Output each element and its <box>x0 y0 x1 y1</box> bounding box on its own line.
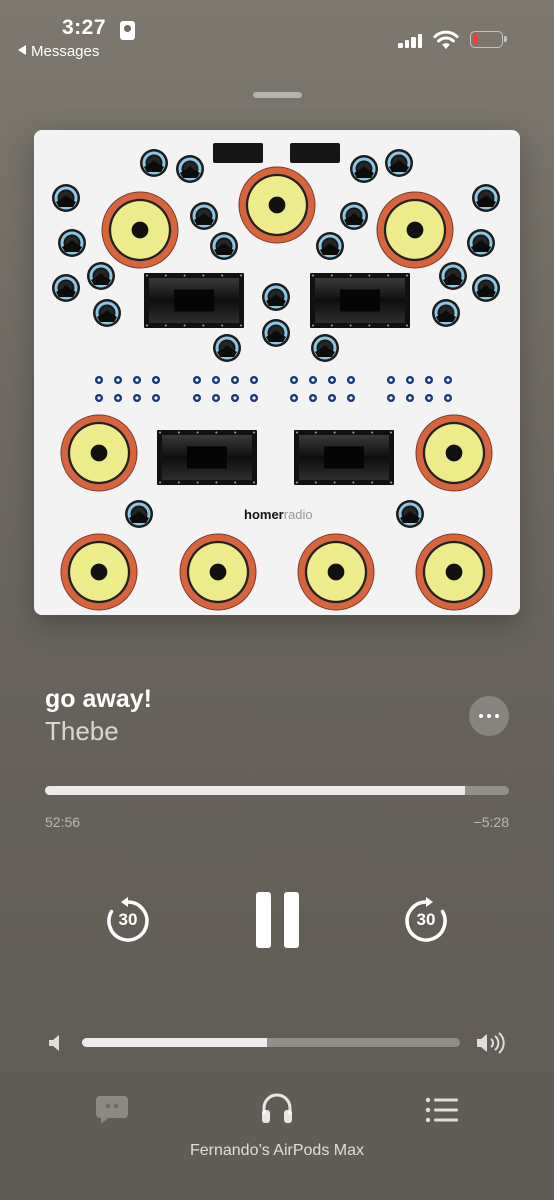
vent-grille <box>213 143 263 163</box>
more-options-button[interactable] <box>469 696 509 736</box>
volume-level-fill <box>82 1038 268 1047</box>
volume-low-icon <box>49 1035 59 1051</box>
battery-level <box>473 34 479 44</box>
volume-slider[interactable] <box>82 1038 460 1047</box>
pause-button[interactable] <box>255 892 301 948</box>
queue-icon[interactable] <box>425 1096 459 1124</box>
status-bar: 3:27 Messages <box>0 0 554 70</box>
playback-scrubber[interactable] <box>45 786 509 795</box>
status-time: 3:27 <box>62 16 107 39</box>
focus-contact-icon <box>120 21 135 40</box>
airplay-headphones-icon[interactable] <box>259 1090 295 1126</box>
pause-icon <box>256 892 271 948</box>
elapsed-time: 52:56 <box>45 814 81 830</box>
cellular-signal-icon <box>398 34 424 48</box>
volume-high-icon <box>477 1032 505 1054</box>
audio-output-device[interactable]: Fernando’s AirPods Max <box>0 1142 554 1160</box>
skip-back-seconds: 30 <box>118 910 138 929</box>
back-label: Messages <box>31 43 100 60</box>
sheet-grabber[interactable] <box>253 92 302 98</box>
skip-forward-button[interactable]: 30 <box>402 897 450 945</box>
song-title[interactable]: go away! <box>45 685 152 714</box>
artwork-brand-logo: homerradio <box>244 507 313 522</box>
remaining-time: −5:28 <box>473 814 509 830</box>
battery-icon <box>470 31 507 48</box>
skip-back-button[interactable]: 30 <box>104 897 152 945</box>
speaker-wall-illustration: homerradio <box>52 143 500 611</box>
vent-grille <box>290 143 340 163</box>
playback-progress-fill <box>45 786 466 795</box>
lyrics-icon[interactable] <box>95 1094 129 1126</box>
back-to-messages-link[interactable]: Messages <box>18 43 99 60</box>
wifi-icon <box>433 30 459 49</box>
skip-forward-seconds: 30 <box>416 910 436 929</box>
back-arrow-icon <box>18 45 26 55</box>
artist-name[interactable]: Thebe <box>45 716 119 747</box>
album-artwork: homerradio <box>34 130 520 615</box>
